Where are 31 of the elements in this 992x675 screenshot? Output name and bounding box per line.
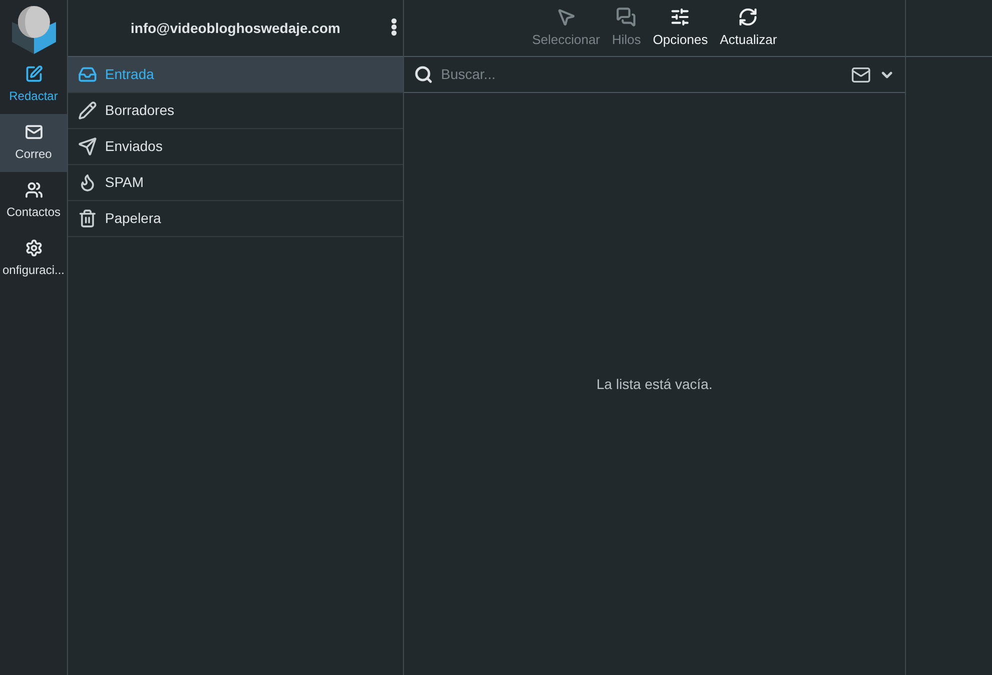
nav-button[interactable]: Contactos [0,172,67,230]
more-icon [391,18,397,36]
folder-item[interactable]: SPAM [68,165,403,201]
compose-icon [24,65,42,83]
search-field[interactable]: Buscar... [441,64,843,85]
envelope-icon[interactable] [851,64,871,84]
pointer-icon [556,6,576,27]
nav-button[interactable]: Redactar [0,56,67,114]
paper-plane-icon [78,137,97,156]
folder-item[interactable]: Borradores [68,93,403,129]
folder-item[interactable]: Entrada [68,57,403,93]
empty-list-message: La lista está vacía. [596,374,712,394]
more-menu-button[interactable] [391,18,397,36]
nav-button[interactable]: Correo [0,114,67,172]
envelope-icon [24,123,42,141]
search-icon [414,65,433,84]
speech-bubbles-icon [616,6,636,27]
toolbar-button[interactable]: Opciones [652,6,708,50]
settings-icon [24,239,42,257]
people-icon [24,181,42,199]
account-email: info@videobloghoswedaje.com [130,18,340,38]
sliders-icon [670,6,690,27]
trash-icon [78,209,97,228]
flame-icon [78,173,97,192]
folder-item[interactable]: Enviados [68,129,403,165]
toolbar-button[interactable]: Actualizar [720,6,777,50]
pencil-icon [78,101,97,120]
folder-item[interactable]: Papelera [68,201,403,237]
refresh-icon [738,6,758,27]
nav-button[interactable]: onfiguraci... [0,230,67,288]
inbox-icon [78,65,97,84]
